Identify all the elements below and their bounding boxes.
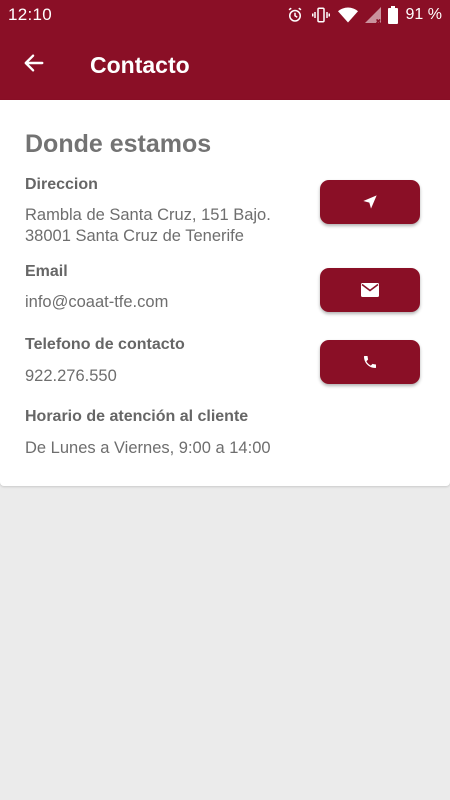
address-label: Direccion [25,176,98,193]
battery-icon [387,6,398,24]
navigate-button[interactable] [320,180,420,224]
navigation-arrow-icon [362,194,378,210]
vibrate-icon [311,6,331,24]
address-line-2: 38001 Santa Cruz de Tenerife [25,227,244,245]
alarm-icon [286,6,304,24]
address-line-1: Rambla de Santa Cruz, 151 Bajo. [25,206,271,224]
phone-icon [362,354,378,370]
hours-label: Horario de atención al cliente [25,408,249,425]
status-icons: 91 % [286,4,442,26]
status-bar: 12:10 91 % [0,0,450,30]
signal-icon [364,7,381,23]
app-bar: Contacto [0,30,450,100]
back-button[interactable] [14,45,54,85]
page-title: Contacto [90,52,190,78]
phone-label: Telefono de contacto [25,336,185,353]
address-value: Rambla de Santa Cruz, 151 Bajo. 38001 Sa… [25,205,271,247]
call-button[interactable] [320,340,420,384]
envelope-icon [361,283,379,297]
email-value: info@coaat-tfe.com [25,293,169,311]
hours-value: De Lunes a Viernes, 9:00 a 14:00 [25,439,271,457]
status-time: 12:10 [8,5,53,24]
arrow-back-icon [23,52,45,79]
battery-level: 91 % [405,6,442,23]
email-button[interactable] [320,268,420,312]
wifi-icon [337,7,358,23]
section-title: Donde estamos [25,130,212,158]
email-label: Email [25,263,68,280]
phone-value: 922.276.550 [25,367,117,385]
contact-card: Donde estamos Direccion Rambla de Santa … [0,100,450,486]
